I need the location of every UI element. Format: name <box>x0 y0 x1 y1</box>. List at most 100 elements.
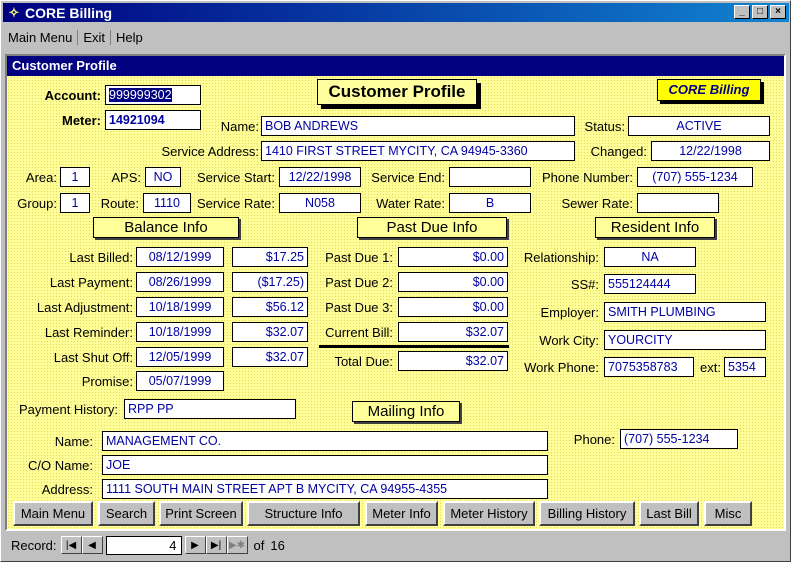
misc-button[interactable]: Misc <box>704 501 752 526</box>
record-label: Record: <box>11 537 57 553</box>
structure-info-button[interactable]: Structure Info <box>247 501 360 526</box>
last-payment-label: Last Payment: <box>49 275 133 290</box>
menu-main-menu[interactable]: Main Menu <box>3 29 79 45</box>
mailing-phone-field[interactable]: (707) 555-1234 <box>620 429 738 449</box>
last-reminder-date[interactable]: 10/18/1999 <box>136 322 224 342</box>
changed-label: Changed: <box>590 144 647 159</box>
minimize-button[interactable]: _ <box>734 5 750 19</box>
co-name-field[interactable]: JOE <box>102 455 548 475</box>
payment-history-field[interactable]: RPP PP <box>124 399 296 419</box>
employer-label: Employer: <box>540 305 599 320</box>
relationship-field[interactable]: NA <box>604 247 696 267</box>
account-field[interactable]: 999999302 <box>105 85 201 105</box>
past-due-1-label: Past Due 1: <box>325 250 393 265</box>
last-payment-date[interactable]: 08/26/1999 <box>136 272 224 292</box>
service-rate-field[interactable]: N058 <box>279 193 361 213</box>
mailing-name-field[interactable]: MANAGEMENT CO. <box>102 431 548 451</box>
record-number-input[interactable]: 4 <box>105 535 182 555</box>
area-label: Area: <box>25 170 57 185</box>
account-value: 999999302 <box>109 88 172 102</box>
sewer-rate-field[interactable] <box>637 193 719 213</box>
changed-field[interactable]: 12/22/1998 <box>651 141 770 161</box>
last-billed-amount[interactable]: $17.25 <box>232 247 308 267</box>
service-address-label: Service Address: <box>161 144 259 159</box>
child-title-bar[interactable]: Customer Profile <box>7 56 784 76</box>
water-rate-field[interactable]: B <box>449 193 531 213</box>
previous-record-icon[interactable]: ◀ <box>81 536 103 554</box>
mailing-address-field[interactable]: 1111 SOUTH MAIN STREET APT B MYCITY, CA … <box>102 479 548 499</box>
area-field[interactable]: 1 <box>60 167 90 187</box>
work-city-field[interactable]: YOURCITY <box>604 330 766 350</box>
name-field[interactable]: BOB ANDREWS <box>261 116 575 136</box>
meter-history-button[interactable]: Meter History <box>443 501 535 526</box>
route-label: Route: <box>100 196 139 211</box>
ext-field[interactable]: 5354 <box>724 357 766 377</box>
past-due-3-field[interactable]: $0.00 <box>398 297 508 317</box>
total-due-field[interactable]: $32.07 <box>398 351 508 371</box>
current-bill-label: Current Bill: <box>325 325 393 340</box>
last-adjustment-date[interactable]: 10/18/1999 <box>136 297 224 317</box>
phone-number-field[interactable]: (707) 555-1234 <box>637 167 753 187</box>
aps-label: APS: <box>111 170 141 185</box>
last-reminder-label: Last Reminder: <box>44 325 133 340</box>
resident-info-header: Resident Info <box>595 217 715 238</box>
close-button[interactable]: × <box>770 5 786 19</box>
service-start-label: Service Start: <box>196 170 275 185</box>
name-label: Name: <box>220 119 259 134</box>
last-record-icon[interactable]: ▶| <box>205 536 227 554</box>
main-menu-button[interactable]: Main Menu <box>13 501 93 526</box>
balance-info-header: Balance Info <box>93 217 239 238</box>
record-total: 16 <box>270 537 285 553</box>
past-due-2-field[interactable]: $0.00 <box>398 272 508 292</box>
title-bar[interactable]: ✧ CORE Billing _ □ × <box>3 3 789 22</box>
last-shut-off-amount[interactable]: $32.07 <box>232 347 308 367</box>
record-navigator: Record: |◀ ◀ 4 ▶ ▶| ▶✱ of 16 <box>5 534 786 556</box>
status-label: Status: <box>584 119 625 134</box>
next-record-icon[interactable]: ▶ <box>184 536 206 554</box>
profile-form: Customer Profile CORE Billing Account: 9… <box>7 76 784 529</box>
aps-field[interactable]: NO <box>145 167 181 187</box>
ext-label: ext: <box>700 360 721 375</box>
first-record-icon[interactable]: |◀ <box>60 536 82 554</box>
phone-number-label: Phone Number: <box>541 170 633 185</box>
employer-field[interactable]: SMITH PLUMBING <box>604 302 766 322</box>
last-shut-off-date[interactable]: 12/05/1999 <box>136 347 224 367</box>
menu-help[interactable]: Help <box>111 30 148 45</box>
meter-field[interactable]: 14921094 <box>105 110 201 130</box>
menu-exit[interactable]: Exit <box>78 29 111 45</box>
print-screen-button[interactable]: Print Screen <box>159 501 243 526</box>
maximize-button[interactable]: □ <box>752 5 768 19</box>
service-address-field[interactable]: 1410 FIRST STREET MYCITY, CA 94945-3360 <box>261 141 575 161</box>
account-label: Account: <box>44 88 101 103</box>
promise-date[interactable]: 05/07/1999 <box>136 371 224 391</box>
app-window: ✧ CORE Billing _ □ × Main Menu Exit Help… <box>0 0 791 562</box>
group-label: Group: <box>17 196 57 211</box>
billing-history-button[interactable]: Billing History <box>539 501 635 526</box>
last-payment-amount[interactable]: ($17.25) <box>232 272 308 292</box>
total-due-label: Total Due: <box>334 354 393 369</box>
status-field[interactable]: ACTIVE <box>628 116 770 136</box>
search-button[interactable]: Search <box>98 501 155 526</box>
mailing-phone-label: Phone: <box>573 432 615 447</box>
service-end-field[interactable] <box>449 167 531 187</box>
last-bill-button[interactable]: Last Bill <box>639 501 699 526</box>
group-field[interactable]: 1 <box>60 193 90 213</box>
ssn-field[interactable]: 555124444 <box>604 274 696 294</box>
window-title: CORE Billing <box>25 4 113 21</box>
past-due-3-label: Past Due 3: <box>325 300 393 315</box>
mailing-address-label: Address: <box>41 482 93 497</box>
last-reminder-amount[interactable]: $32.07 <box>232 322 308 342</box>
last-billed-date[interactable]: 08/12/1999 <box>136 247 224 267</box>
past-due-1-field[interactable]: $0.00 <box>398 247 508 267</box>
meter-info-button[interactable]: Meter Info <box>365 501 438 526</box>
water-rate-label: Water Rate: <box>376 196 445 211</box>
mailing-name-label: Name: <box>54 434 93 449</box>
route-field[interactable]: 1110 <box>143 193 191 213</box>
total-divider <box>319 345 509 348</box>
new-record-icon[interactable]: ▶✱ <box>226 536 248 554</box>
service-start-field[interactable]: 12/22/1998 <box>279 167 361 187</box>
current-bill-field[interactable]: $32.07 <box>398 322 508 342</box>
last-adjustment-amount[interactable]: $56.12 <box>232 297 308 317</box>
work-phone-field[interactable]: 7075358783 <box>604 357 694 377</box>
sewer-rate-label: Sewer Rate: <box>561 196 633 211</box>
